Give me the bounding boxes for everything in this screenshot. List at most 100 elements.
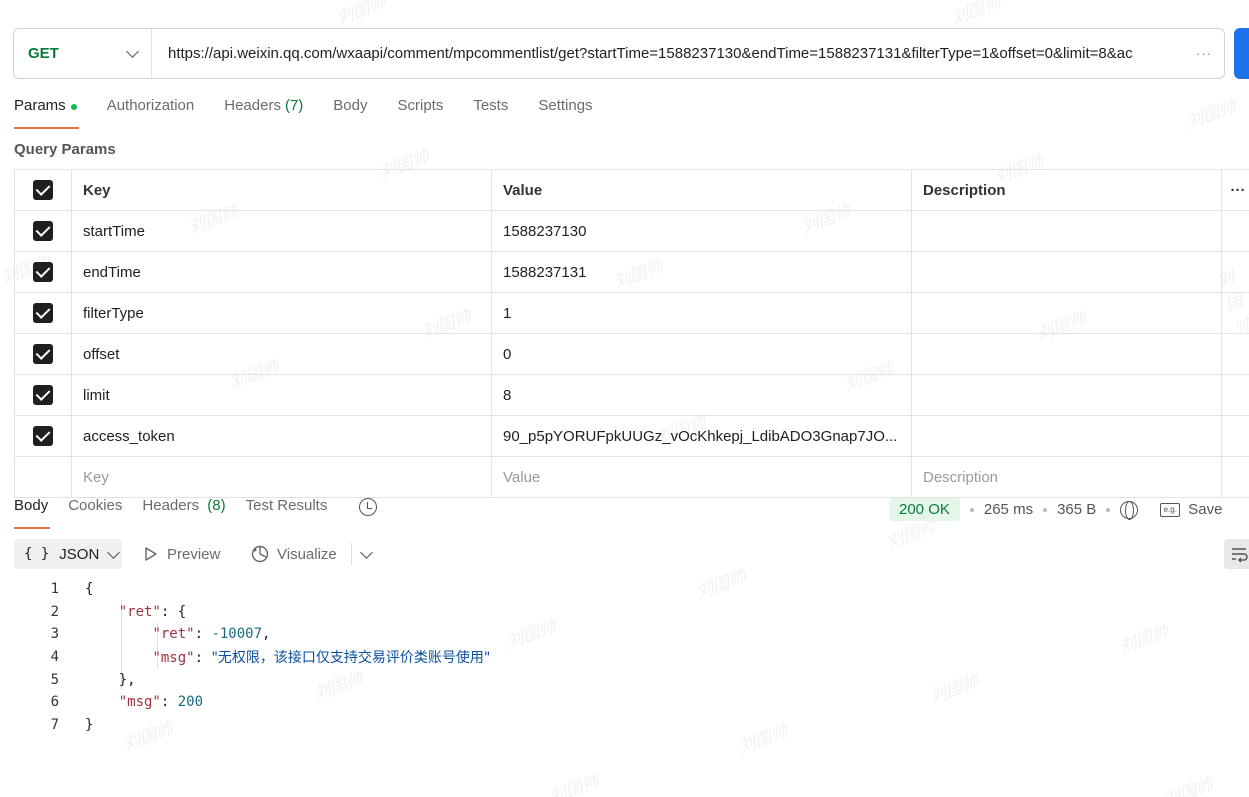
watermark: 刘国帅 bbox=[1116, 621, 1172, 658]
row-spacer bbox=[1221, 211, 1249, 251]
param-checkbox[interactable] bbox=[33, 221, 53, 241]
new-param-key-input[interactable]: Key bbox=[71, 457, 491, 497]
save-response-icon: e.g. bbox=[1160, 502, 1181, 517]
response-body-code[interactable]: 1 { 2 "ret": { 3 "ret": -10007, 4 "msg":… bbox=[30, 578, 491, 736]
table-row: endTime 1588237131 bbox=[14, 252, 1249, 293]
query-params-title: Query Params bbox=[14, 141, 116, 158]
param-key[interactable]: offset bbox=[71, 334, 491, 374]
network-globe-icon[interactable] bbox=[1120, 500, 1139, 520]
line-number: 1 bbox=[50, 581, 59, 598]
toolbar-divider bbox=[351, 543, 352, 565]
more-options-icon[interactable]: ··· bbox=[1221, 170, 1249, 210]
param-checkbox[interactable] bbox=[33, 262, 53, 282]
tab-authorization[interactable]: Authorization bbox=[107, 97, 195, 129]
param-key[interactable]: endTime bbox=[71, 252, 491, 292]
tab-tests-label: Tests bbox=[473, 97, 509, 114]
row-spacer bbox=[1221, 293, 1249, 333]
param-key[interactable]: filterType bbox=[71, 293, 491, 333]
checkbox-cell bbox=[14, 375, 71, 415]
line-number: 7 bbox=[50, 716, 59, 733]
param-value[interactable]: 1 bbox=[491, 293, 911, 333]
watermark: 刘国帅 bbox=[1160, 774, 1216, 797]
watermark: 刘国帅 bbox=[948, 0, 1004, 29]
tab-tests[interactable]: Tests bbox=[473, 97, 508, 129]
line-number: 6 bbox=[50, 694, 59, 711]
send-button[interactable] bbox=[1234, 28, 1249, 79]
status-badge[interactable]: 200 OK bbox=[889, 498, 960, 521]
param-description[interactable] bbox=[911, 293, 1221, 333]
tab-headers[interactable]: Headers (7) bbox=[224, 97, 303, 129]
response-tab-cookies[interactable]: Cookies bbox=[68, 497, 122, 529]
param-checkbox[interactable] bbox=[33, 385, 53, 405]
method-select[interactable]: GET bbox=[14, 29, 152, 78]
braces-icon: { } bbox=[24, 546, 50, 562]
preview-button[interactable]: Preview bbox=[145, 539, 220, 569]
chevron-down-icon bbox=[126, 45, 139, 58]
url-input[interactable]: https://api.weixin.qq.com/wxaapi/comment… bbox=[152, 45, 1196, 62]
code-line: 1 { bbox=[30, 578, 490, 601]
tab-authorization-label: Authorization bbox=[106, 97, 195, 114]
param-description[interactable] bbox=[911, 334, 1221, 374]
visualize-dropdown[interactable] bbox=[360, 539, 373, 569]
json-key: "msg" bbox=[152, 650, 195, 667]
visualize-button[interactable]: Visualize bbox=[251, 539, 337, 569]
json-key: "ret" bbox=[118, 603, 161, 620]
checkbox-cell bbox=[14, 211, 71, 251]
response-size[interactable]: 365 B bbox=[1057, 501, 1096, 518]
tab-body[interactable]: Body bbox=[333, 97, 367, 129]
param-value-cell[interactable]: 90_p5pYORUFpkUUGz_vOcKhkepj_LdibADO3Gnap… bbox=[491, 416, 911, 456]
response-time[interactable]: 265 ms bbox=[984, 501, 1033, 518]
line-number: 5 bbox=[50, 671, 59, 688]
param-description[interactable] bbox=[911, 211, 1221, 251]
table-header-row: Key Value Description ··· bbox=[14, 170, 1249, 211]
select-all-checkbox[interactable] bbox=[33, 180, 53, 200]
tab-scripts[interactable]: Scripts bbox=[398, 97, 444, 129]
visualize-icon bbox=[251, 545, 269, 563]
checkbox-cell bbox=[14, 252, 71, 292]
watermark: 刘国帅 bbox=[735, 721, 791, 758]
param-description[interactable] bbox=[911, 252, 1221, 292]
param-checkbox[interactable] bbox=[33, 344, 53, 364]
param-checkbox[interactable] bbox=[33, 426, 53, 446]
format-select[interactable]: { } JSON bbox=[14, 539, 122, 569]
tab-params-label: Params bbox=[14, 97, 66, 114]
param-description[interactable] bbox=[911, 416, 1221, 456]
param-checkbox[interactable] bbox=[33, 303, 53, 323]
json-key: "msg" bbox=[118, 694, 161, 711]
param-description[interactable] bbox=[911, 375, 1221, 415]
response-status-area: 200 OK 265 ms 365 B e.g. Save bbox=[889, 497, 1222, 522]
response-tab-headers[interactable]: Headers (8) bbox=[142, 497, 225, 529]
save-response-button[interactable]: Save bbox=[1188, 501, 1222, 518]
param-value[interactable]: 1588237131 bbox=[491, 252, 911, 292]
visualize-label: Visualize bbox=[277, 545, 337, 563]
code-line: 5 }, bbox=[30, 668, 490, 691]
tab-params[interactable]: Params bbox=[14, 97, 79, 129]
new-param-value-input[interactable]: Value bbox=[491, 457, 911, 497]
json-string: "无权限，该接口仅支持交易评价类账号使用" bbox=[211, 650, 491, 667]
preview-label: Preview bbox=[167, 545, 221, 563]
checkbox-cell-empty bbox=[14, 457, 71, 497]
tab-body-label: Body bbox=[333, 97, 368, 114]
watermark: 刘国帅 bbox=[1183, 96, 1239, 133]
history-icon[interactable] bbox=[359, 498, 378, 516]
tab-settings-label: Settings bbox=[538, 97, 593, 114]
tab-settings[interactable]: Settings bbox=[538, 97, 592, 129]
param-value[interactable]: 8 bbox=[491, 375, 911, 415]
param-key[interactable]: startTime bbox=[71, 211, 491, 251]
response-tabs: Body Cookies Headers (8) Test Results bbox=[14, 497, 378, 529]
separator-dot bbox=[1043, 507, 1048, 512]
param-value[interactable]: 1588237130 bbox=[491, 211, 911, 251]
param-value[interactable]: 0 bbox=[491, 334, 911, 374]
param-key[interactable]: access_token bbox=[71, 416, 491, 456]
param-value: 90_p5pYORUFpkUUGz_vOcKhkepj_LdibADO3Gnap… bbox=[503, 427, 898, 445]
param-key[interactable]: limit bbox=[71, 375, 491, 415]
table-row: limit 8 bbox=[14, 375, 1249, 416]
checkbox-cell bbox=[14, 334, 71, 374]
row-spacer bbox=[1221, 416, 1249, 456]
response-tab-body[interactable]: Body bbox=[14, 497, 51, 529]
column-header-key: Key bbox=[71, 170, 491, 210]
wrap-lines-button[interactable] bbox=[1224, 539, 1249, 569]
response-tab-test-results[interactable]: Test Results bbox=[246, 497, 328, 529]
json-key: "ret" bbox=[152, 626, 195, 643]
new-param-description-input[interactable]: Description bbox=[911, 457, 1221, 497]
